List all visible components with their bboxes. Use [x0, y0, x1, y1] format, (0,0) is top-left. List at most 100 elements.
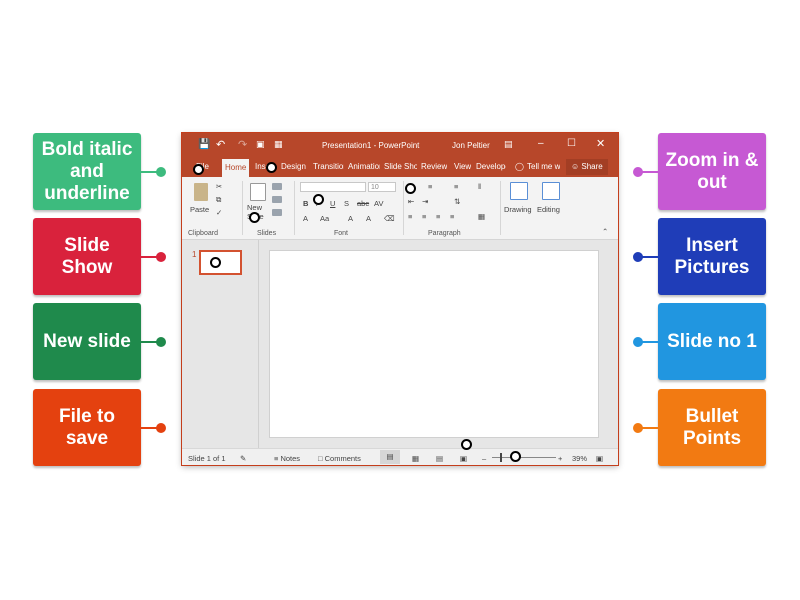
columns-button[interactable]: ‖: [478, 182, 481, 191]
tab-design[interactable]: Design: [281, 162, 306, 171]
tab-slide-show[interactable]: Slide Show: [384, 162, 417, 171]
undo-icon[interactable]: ↶: [216, 138, 225, 151]
label-text: Insert Pictures: [674, 234, 750, 278]
tab-developer[interactable]: Developer: [476, 162, 506, 171]
label-text: Bullet Points: [682, 405, 742, 449]
change-case-button[interactable]: Aa: [320, 214, 329, 223]
layout-icon[interactable]: [272, 183, 282, 190]
share-button[interactable]: ☺ Share: [566, 159, 608, 175]
fit-to-window-icon[interactable]: ▣: [596, 454, 603, 463]
notes-label: Notes: [280, 454, 301, 463]
increase-indent-button[interactable]: ⇥: [422, 197, 428, 206]
zoom-slider-thumb[interactable]: [500, 453, 502, 462]
spell-check-icon[interactable]: ✎: [240, 454, 246, 463]
connector-pin: [633, 167, 643, 177]
slide-canvas[interactable]: [269, 250, 599, 438]
drawing-icon[interactable]: [510, 182, 528, 200]
start-from-beginning-icon[interactable]: ▣: [256, 139, 265, 150]
minimize-icon[interactable]: –: [538, 138, 544, 149]
hotspot-bold-italic-underline[interactable]: [313, 194, 324, 205]
user-name[interactable]: Jon Peltier: [452, 141, 490, 150]
align-center-button[interactable]: ≡: [422, 212, 426, 221]
divider: [294, 181, 295, 235]
align-right-button[interactable]: ≡: [436, 212, 440, 221]
align-left-button[interactable]: ≡: [408, 212, 412, 221]
thumbnail-pane: 1: [182, 240, 259, 448]
notes-button[interactable]: ≡ Notes: [274, 454, 300, 463]
find-icon[interactable]: [542, 182, 560, 200]
redo-icon[interactable]: ↷: [238, 138, 247, 151]
divider: [403, 181, 404, 235]
section-icon[interactable]: [272, 209, 282, 216]
comments-button[interactable]: □ Comments: [318, 454, 361, 463]
copy-icon[interactable]: ⧉: [216, 195, 221, 205]
reset-icon[interactable]: [272, 196, 282, 203]
label-bold-italic-underline[interactable]: Bold italic and underline: [33, 133, 141, 210]
hotspot-file-tab[interactable]: [193, 164, 204, 175]
drawing-button[interactable]: Drawing: [504, 205, 532, 214]
shadow-button[interactable]: S: [344, 199, 349, 208]
format-painter-icon[interactable]: ✓: [216, 208, 222, 217]
normal-view-icon[interactable]: ▤: [380, 450, 400, 464]
collapse-ribbon-icon[interactable]: ⌃: [602, 227, 608, 236]
label-new-slide[interactable]: New slide: [33, 303, 141, 380]
char-spacing-button[interactable]: AV: [374, 199, 383, 208]
zoom-out-button[interactable]: –: [482, 454, 486, 463]
cut-icon[interactable]: ✂: [216, 182, 222, 191]
lightbulb-icon: ◯: [515, 162, 524, 171]
paste-button[interactable]: Paste: [190, 205, 209, 214]
close-icon[interactable]: ✕: [596, 137, 605, 150]
editing-button[interactable]: Editing: [537, 205, 560, 214]
clear-format-button[interactable]: ⌫: [384, 214, 395, 223]
paste-icon[interactable]: [194, 183, 208, 201]
justify-button[interactable]: ≡: [450, 212, 454, 221]
zoom-in-button[interactable]: +: [558, 454, 562, 463]
hotspot-slide-show[interactable]: [461, 439, 472, 450]
save-icon[interactable]: 💾: [198, 139, 210, 150]
connector-pin: [156, 423, 166, 433]
label-insert-pictures[interactable]: Insert Pictures: [658, 218, 766, 295]
label-slide-no[interactable]: Slide no 1: [658, 303, 766, 380]
font-name-box[interactable]: [300, 182, 366, 192]
hotspot-new-slide[interactable]: [249, 212, 260, 223]
reading-view-icon[interactable]: ▤: [436, 454, 443, 463]
title-bar: 💾 ↶ ↷ ▣ ▦ Presentation1 - PowerPoint Jon…: [182, 133, 618, 157]
underline-button[interactable]: U: [330, 199, 335, 208]
hotspot-bullets[interactable]: [405, 183, 416, 194]
slideshow-view-icon[interactable]: ▣: [460, 454, 467, 463]
font-size-box[interactable]: 10: [368, 182, 396, 192]
label-file-to-save[interactable]: File to save: [33, 389, 141, 466]
hotspot-zoom[interactable]: [510, 451, 521, 462]
connector-pin: [156, 337, 166, 347]
tell-me-search[interactable]: Tell me w: [527, 162, 560, 171]
maximize-icon[interactable]: ☐: [567, 138, 576, 149]
decrease-indent-button[interactable]: ⇤: [408, 197, 414, 206]
tab-review[interactable]: Review: [421, 162, 447, 171]
smartart-button[interactable]: ▦: [478, 212, 485, 221]
label-slide-show[interactable]: Slide Show: [33, 218, 141, 295]
ribbon-display-icon[interactable]: ▤: [504, 139, 513, 150]
tab-home[interactable]: Home: [222, 159, 250, 177]
customize-toolbar-icon[interactable]: ▦: [274, 139, 283, 150]
connector-pin: [156, 252, 166, 262]
bold-button[interactable]: B: [303, 199, 308, 208]
line-spacing-button[interactable]: ≡: [454, 182, 458, 191]
hotspot-insert-tab[interactable]: [266, 162, 277, 173]
hotspot-slide-thumbnail[interactable]: [210, 257, 221, 268]
font-color-button[interactable]: A: [303, 214, 308, 223]
numbering-button[interactable]: ≡: [428, 182, 432, 191]
label-bullet-points[interactable]: Bullet Points: [658, 389, 766, 466]
tab-animations[interactable]: Animations: [348, 162, 380, 171]
text-direction-button[interactable]: ⇅: [454, 197, 460, 206]
label-text: Slide no 1: [667, 330, 757, 352]
tab-view[interactable]: View: [454, 162, 471, 171]
label-text: Zoom in & out: [665, 149, 759, 193]
new-slide-icon[interactable]: [250, 183, 266, 201]
grow-font-button[interactable]: A: [348, 214, 353, 223]
label-zoom[interactable]: Zoom in & out: [658, 133, 766, 210]
tab-transitions[interactable]: Transitions: [313, 162, 344, 171]
strikethrough-button[interactable]: abc: [357, 199, 369, 208]
slide-sorter-icon[interactable]: ▦: [412, 454, 419, 463]
shrink-font-button[interactable]: A: [366, 214, 371, 223]
zoom-level[interactable]: 39%: [572, 454, 587, 463]
